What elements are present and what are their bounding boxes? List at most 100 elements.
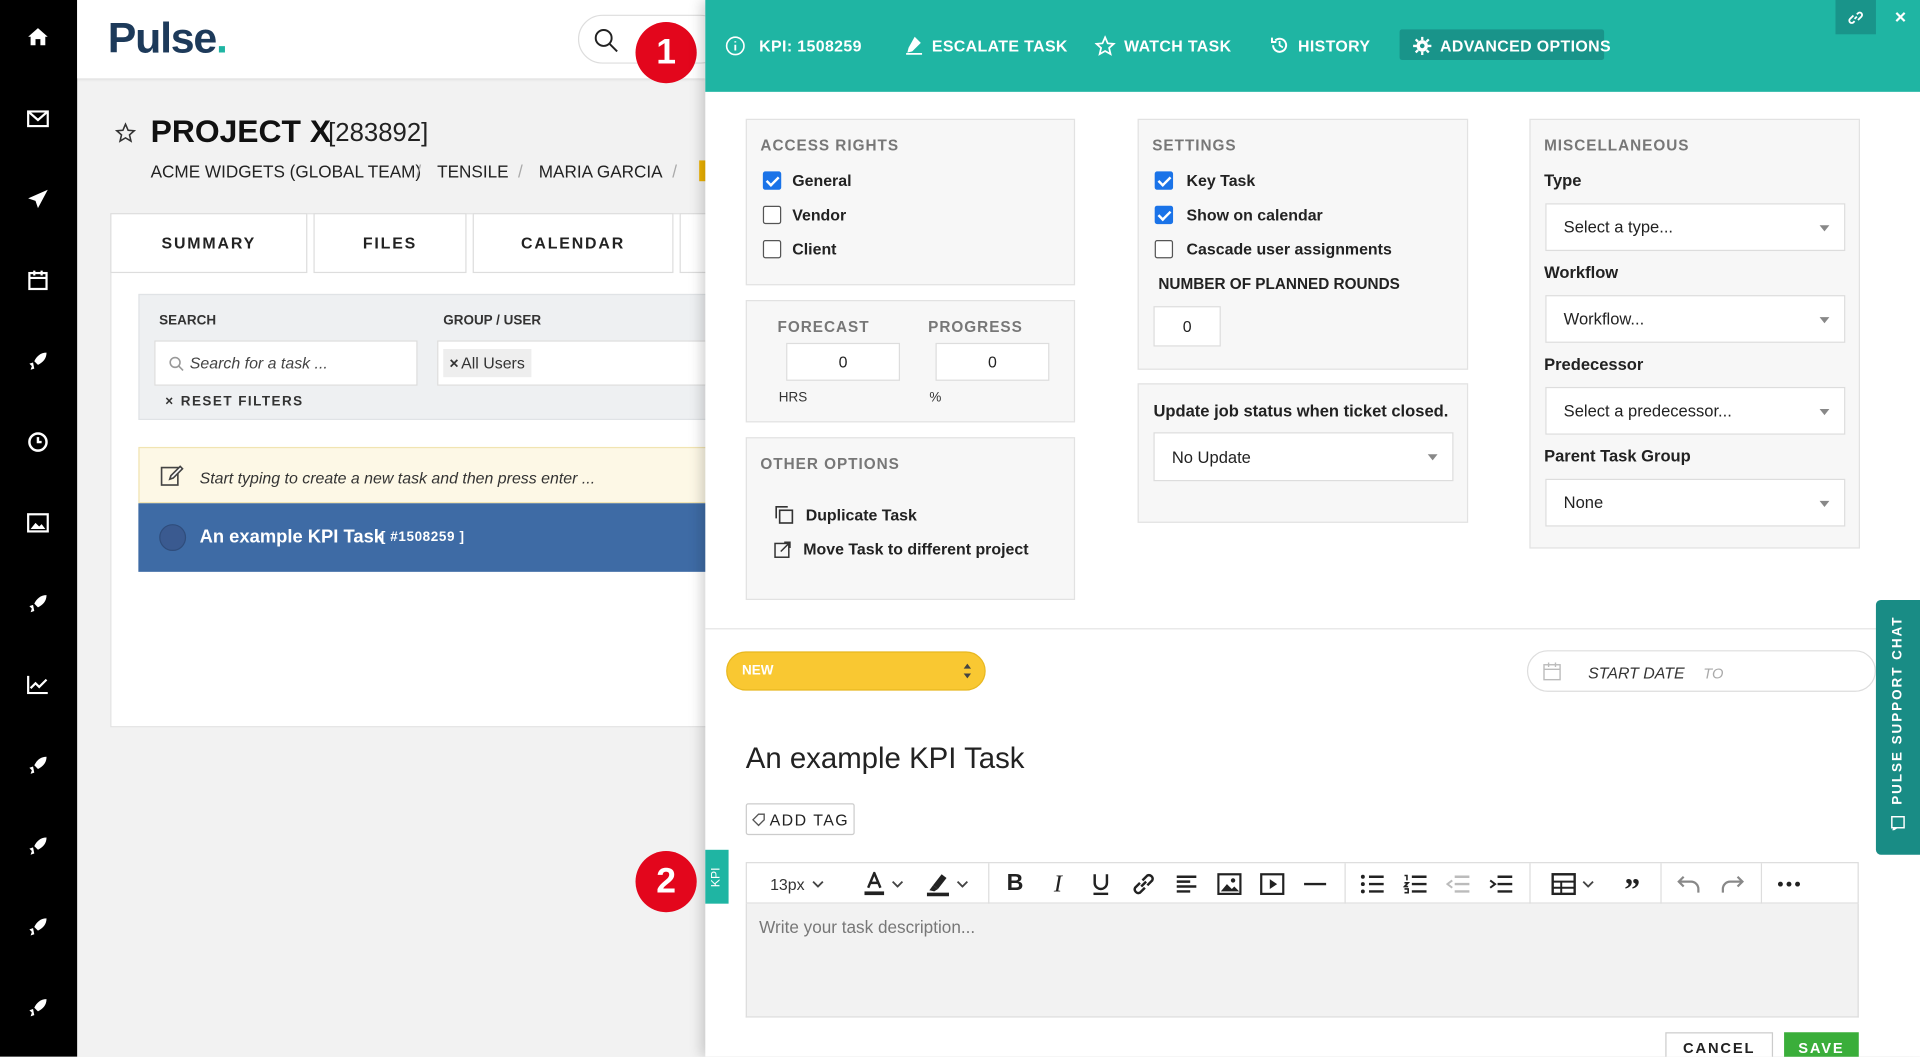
escalate-icon — [906, 36, 923, 55]
breadcrumb-client[interactable]: TENSILE — [437, 162, 508, 182]
task-description-editor[interactable]: Write your task description... — [745, 903, 1859, 1018]
rocket-icon[interactable] — [22, 345, 54, 377]
access-client-checkbox[interactable]: Client — [762, 240, 836, 259]
task-search-input[interactable]: Search for a task ... — [154, 340, 418, 386]
tab-summary[interactable]: SUMMARY — [110, 213, 308, 274]
kpi-side-tab[interactable]: KPI — [705, 849, 729, 904]
access-vendor-checkbox[interactable]: Vendor — [762, 205, 846, 225]
cancel-button[interactable]: CANCEL — [1665, 1032, 1774, 1057]
chart-icon[interactable] — [22, 669, 54, 701]
font-size-select[interactable]: 13px — [759, 863, 835, 905]
tab-files[interactable]: FILES — [313, 213, 467, 274]
pulse-logo[interactable]: Pulse. — [108, 15, 228, 64]
clock-icon[interactable] — [22, 426, 54, 458]
insert-image-button[interactable] — [1210, 863, 1249, 905]
duplicate-task-button[interactable]: Duplicate Task — [774, 504, 917, 525]
outdent-button[interactable] — [1438, 863, 1480, 905]
move-task-button[interactable]: Move Task to different project — [774, 540, 1029, 558]
horizontal-rule-button[interactable] — [1296, 863, 1335, 905]
escalate-task-button[interactable]: ESCALATE TASK — [905, 32, 1068, 59]
key-task-checkbox[interactable]: Key Task — [1154, 171, 1255, 190]
history-button[interactable]: HISTORY — [1270, 32, 1371, 59]
rocket-icon[interactable] — [22, 749, 54, 781]
bullet-list-button[interactable] — [1352, 863, 1394, 905]
new-task-input[interactable]: Start typing to create a new task and th… — [138, 446, 714, 504]
insert-table-button[interactable] — [1543, 863, 1602, 905]
user-chip[interactable]: × All Users — [443, 348, 531, 378]
redo-button[interactable] — [1712, 863, 1754, 905]
text-color-button[interactable] — [855, 863, 911, 905]
type-select[interactable]: Select a type... — [1545, 203, 1846, 252]
add-tag-button[interactable]: ADD TAG — [745, 803, 855, 836]
link-button[interactable] — [1835, 0, 1876, 35]
insert-video-button[interactable] — [1253, 863, 1292, 905]
chip-remove-icon[interactable]: × — [449, 354, 458, 372]
checkbox-unchecked[interactable] — [1154, 240, 1174, 259]
support-chat-tab[interactable]: PULSE SUPPORT CHAT — [1875, 600, 1920, 855]
parent-task-group-select[interactable]: None — [1545, 478, 1846, 527]
other-options-box: OTHER OPTIONS Duplicate Task Move Task t… — [745, 437, 1076, 601]
link-button[interactable] — [1124, 863, 1163, 905]
task-status-circle[interactable] — [159, 524, 187, 552]
settings-box: SETTINGS Key Task Show on calendar Casca… — [1137, 118, 1469, 370]
save-button[interactable]: SAVE — [1784, 1032, 1859, 1057]
undo-button[interactable] — [1668, 863, 1710, 905]
image-icon[interactable] — [22, 507, 54, 539]
rocket-icon[interactable] — [22, 830, 54, 862]
redo-icon — [1721, 875, 1745, 893]
task-row[interactable]: An example KPI Task [ #1508259 ] — [138, 503, 714, 572]
breadcrumb-separator: / — [517, 161, 523, 182]
checkbox-unchecked[interactable] — [762, 205, 782, 225]
predecessor-select[interactable]: Select a predecessor... — [1545, 386, 1846, 435]
rocket-icon[interactable] — [22, 588, 54, 620]
rocket-icon[interactable] — [22, 992, 54, 1024]
watch-task-button[interactable]: WATCH TASK — [1094, 32, 1232, 59]
blockquote-button[interactable]: ” — [1611, 863, 1653, 908]
calendar-icon[interactable] — [22, 264, 54, 296]
close-icon: × — [165, 394, 175, 409]
send-icon[interactable] — [22, 184, 54, 216]
task-title[interactable]: An example KPI Task — [746, 742, 1025, 776]
mail-icon[interactable] — [22, 103, 54, 135]
panel-divider — [705, 628, 1920, 630]
align-button[interactable] — [1167, 863, 1206, 905]
breadcrumb-team[interactable]: ACME WIDGETS (GLOBAL TEAM) — [151, 162, 422, 182]
start-date-label: START DATE — [1588, 663, 1685, 683]
forecast-input[interactable]: 0 — [786, 342, 901, 381]
checkbox-checked[interactable] — [1154, 205, 1174, 225]
breadcrumb-user[interactable]: MARIA GARCIA — [539, 162, 663, 182]
date-range-input[interactable]: START DATE TO — [1526, 650, 1876, 692]
status-dropdown[interactable]: NEW — [726, 651, 986, 691]
group-user-label: GROUP / USER — [443, 313, 542, 329]
planned-rounds-input[interactable]: 0 — [1153, 306, 1221, 347]
advanced-options-button[interactable]: ADVANCED OPTIONS — [1413, 32, 1611, 59]
bold-button[interactable]: B — [996, 863, 1035, 905]
italic-button[interactable]: I — [1038, 863, 1077, 905]
checkbox-checked[interactable] — [762, 171, 782, 190]
close-panel-icon[interactable]: × — [1883, 2, 1917, 34]
underline-button[interactable] — [1081, 863, 1120, 905]
checkbox-checked[interactable] — [1154, 171, 1174, 190]
tab-calendar[interactable]: CALENDAR — [472, 213, 674, 274]
align-left-icon — [1176, 875, 1197, 893]
numbered-list-button[interactable] — [1395, 863, 1437, 905]
show-on-calendar-checkbox[interactable]: Show on calendar — [1154, 205, 1323, 225]
toolbar-separator — [1344, 863, 1346, 905]
progress-input[interactable]: 0 — [935, 342, 1050, 381]
cascade-assignments-checkbox[interactable]: Cascade user assignments — [1154, 240, 1392, 259]
user-chip-label: All Users — [461, 353, 525, 373]
home-icon[interactable] — [22, 21, 54, 53]
more-options-button[interactable] — [1768, 863, 1810, 905]
search-icon — [594, 29, 618, 53]
checkbox-unchecked[interactable] — [762, 240, 782, 259]
progress-unit: % — [929, 390, 942, 406]
job-status-select[interactable]: No Update — [1153, 432, 1454, 482]
reset-filters-button[interactable]: × RESET FILTERS — [165, 394, 303, 409]
indent-button[interactable] — [1480, 863, 1522, 905]
favorite-star-icon[interactable] — [115, 122, 136, 143]
group-user-select[interactable]: × All Users — [437, 340, 707, 386]
highlight-color-button[interactable] — [918, 863, 974, 905]
access-general-checkbox[interactable]: General — [762, 171, 852, 190]
rocket-icon[interactable] — [22, 911, 54, 943]
workflow-select[interactable]: Workflow... — [1545, 295, 1846, 343]
